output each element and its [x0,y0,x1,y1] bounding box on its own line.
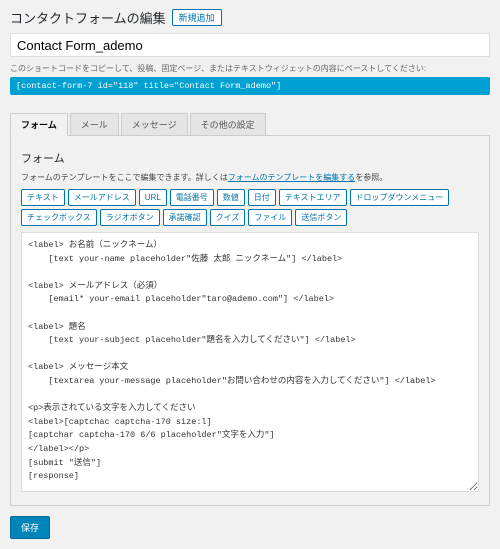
form-title-input[interactable] [10,33,490,57]
tag-dropdown-button[interactable]: ドロップダウンメニュー [350,189,450,206]
form-desc-link[interactable]: フォームのテンプレートを編集する [228,173,356,182]
shortcode-display[interactable]: [contact-form-7 id="118" title="Contact … [10,77,490,95]
tag-email-button[interactable]: メールアドレス [68,189,136,206]
tag-text-button[interactable]: テキスト [21,189,65,206]
tag-checkbox-button[interactable]: チェックボックス [21,209,97,226]
save-button[interactable]: 保存 [10,516,50,539]
page-title: コンタクトフォームの編集 新規追加 [10,8,490,27]
save-wrap: 保存 [10,516,490,539]
form-desc-prefix: フォームのテンプレートをここで編集できます。詳しくは [21,173,228,182]
tag-date-button[interactable]: 日付 [248,189,276,206]
form-panel: フォーム フォームのテンプレートをここで編集できます。詳しくはフォームのテンプレ… [10,136,490,506]
tag-submit-button[interactable]: 送信ボタン [295,209,347,226]
form-desc-suffix: を参照。 [355,173,387,182]
tab-messages[interactable]: メッセージ [121,113,188,135]
form-section-heading: フォーム [21,150,479,166]
form-section-desc: フォームのテンプレートをここで編集できます。詳しくはフォームのテンプレートを編集… [21,172,479,183]
tag-textarea-button[interactable]: テキストエリア [279,189,347,206]
add-new-button[interactable]: 新規追加 [172,9,222,26]
tag-acceptance-button[interactable]: 承諾確認 [163,209,207,226]
tag-url-button[interactable]: URL [139,189,167,206]
tab-mail[interactable]: メール [70,113,119,135]
form-template-textarea[interactable] [21,232,479,492]
page-title-text: コンタクトフォームの編集 [10,8,166,27]
tab-form[interactable]: フォーム [10,113,68,136]
tag-generator-row: テキスト メールアドレス URL 電話番号 数値 日付 テキストエリア ドロップ… [21,189,479,226]
tag-file-button[interactable]: ファイル [248,209,292,226]
panel-tabs: フォーム メール メッセージ その他の設定 [10,113,490,136]
tag-radio-button[interactable]: ラジオボタン [100,209,160,226]
tag-quiz-button[interactable]: クイズ [210,209,246,226]
tag-number-button[interactable]: 数値 [217,189,245,206]
tag-tel-button[interactable]: 電話番号 [170,189,214,206]
tab-other[interactable]: その他の設定 [190,113,266,135]
shortcode-hint: このショートコードをコピーして、投稿、固定ページ、またはテキストウィジェットの内… [10,63,490,74]
